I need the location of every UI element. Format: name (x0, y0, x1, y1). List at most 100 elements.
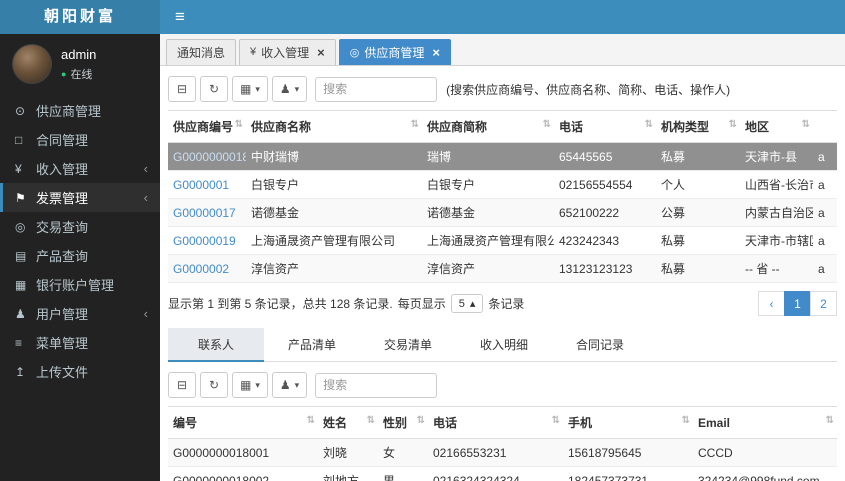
contacts-search-input[interactable] (315, 372, 438, 398)
sort-icon: ⇅ (728, 119, 737, 130)
target-icon: ◎ (15, 219, 26, 234)
list-icon: ▤ (15, 248, 27, 263)
column-header[interactable]: 地区 ⇅ (740, 110, 813, 143)
supplier-id-link[interactable]: G0000000018 (168, 142, 246, 171)
tab-income-detail[interactable]: 收入明细 (456, 328, 552, 362)
tab-contract-records[interactable]: 合同记录 (552, 328, 648, 362)
table-header-row: 编号 ⇅ 姓名 ⇅ 性别 ⇅ 电话 ⇅ 手机 ⇅ Email ⇅ (168, 406, 837, 439)
table-row[interactable]: G0000001 白银专户 白银专户 02156554554 个人 山西省-长治… (168, 170, 837, 199)
supplier-id-link[interactable]: G0000002 (168, 254, 246, 283)
sort-icon: ⇅ (366, 415, 375, 426)
operator-dropdown-button[interactable]: ♟ ▾ (271, 76, 308, 102)
user-status: ● 在线 (61, 66, 96, 82)
column-header[interactable]: 性别 ⇅ (378, 406, 428, 439)
refresh-button[interactable]: ↻ (200, 372, 228, 398)
pagination-info: 显示第 1 到第 5 条记录，总共 128 条记录. (168, 297, 393, 311)
close-icon[interactable]: × (432, 46, 440, 59)
sidebar-item-invoices[interactable]: ⚑ 发票管理 ‹ (0, 183, 160, 212)
sidebar-item-bank-accounts[interactable]: ▦ 银行账户管理 (0, 270, 160, 299)
table-cell: 瑞博 (422, 142, 554, 171)
page-size-dropdown[interactable]: 5 ▴ (450, 294, 484, 313)
sort-icon: ⇅ (801, 119, 810, 130)
user-name: admin (61, 46, 97, 62)
column-header[interactable]: 供应商名称 ⇅ (246, 110, 422, 143)
supplier-id-link[interactable]: G00000019 (168, 226, 246, 255)
sidebar-item-suppliers[interactable]: ⊙ 供应商管理 (0, 96, 160, 125)
hamburger-menu-icon[interactable]: ≡ (160, 7, 200, 27)
refresh-button[interactable]: ↻ (200, 76, 228, 102)
operator-dropdown-button[interactable]: ♟ ▾ (271, 372, 308, 398)
sidebar-item-products[interactable]: ▤ 产品查询 (0, 241, 160, 270)
user-panel: admin ● 在线 (0, 34, 160, 96)
sidebar-item-upload[interactable]: ↥ 上传文件 (0, 357, 160, 386)
table-cell: 山西省-长治市 (740, 170, 813, 199)
sort-icon: ⇅ (542, 119, 551, 130)
toggle-view-button[interactable]: ⊟ (168, 76, 196, 102)
tab-income[interactable]: ¥ 收入管理 × (239, 39, 336, 65)
sidebar-item-users[interactable]: ♟ 用户管理 ‹ (0, 299, 160, 328)
tab-product-list[interactable]: 产品清单 (264, 328, 360, 362)
columns-dropdown-button[interactable]: ▦ ▾ (232, 76, 268, 102)
table-cell: 个人 (656, 170, 740, 199)
sidebar-item-contracts[interactable]: □ 合同管理 (0, 125, 160, 154)
yen-icon: ¥ (250, 46, 257, 58)
supplier-id-link[interactable]: G00000017 (168, 198, 246, 227)
tab-contacts[interactable]: 联系人 (168, 328, 264, 362)
column-header[interactable]: 机构类型 ⇅ (656, 110, 740, 143)
tab-transaction-list[interactable]: 交易清单 (360, 328, 456, 362)
chevron-left-icon: ‹ (143, 190, 148, 205)
page-1-button[interactable]: 1 (784, 291, 811, 316)
brand-logo[interactable]: 朝阳财富 (0, 0, 160, 34)
columns-dropdown-button[interactable]: ▦ ▾ (232, 372, 268, 398)
table-cell: 刘晓 (318, 438, 378, 467)
table-header-row: 供应商编号 ⇅ 供应商名称 ⇅ 供应商简称 ⇅ 电话 ⇅ 机构类型 ⇅ 地区 ⇅ (168, 110, 837, 143)
sidebar-item-label: 收入管理 (36, 162, 89, 177)
sidebar-item-transactions[interactable]: ◎ 交易查询 (0, 212, 160, 241)
table-cell: 0216324324324 (428, 466, 563, 481)
table-row[interactable]: G00000019 上海通晟资产管理有限公司 上海通晟资产管理有限公司 4232… (168, 226, 837, 255)
table-cell: 02166553231 (428, 438, 563, 467)
table-cell: 天津市-市辖区 (740, 226, 813, 255)
detail-tabstrip: 联系人 产品清单 交易清单 收入明细 合同记录 (168, 328, 837, 362)
grid-icon: ▦ (15, 277, 27, 292)
table-row[interactable]: G00000017 诺德基金 诺德基金 652100222 公募 内蒙古自治区 … (168, 198, 837, 227)
column-header[interactable] (813, 110, 837, 143)
columns-icon: ▦ (240, 82, 252, 96)
column-header[interactable]: 供应商编号 ⇅ (168, 110, 246, 143)
table-cell: 天津市-县 (740, 142, 813, 171)
sidebar-item-income[interactable]: ¥ 收入管理 ‹ (0, 154, 160, 183)
page-2-button[interactable]: 2 (810, 291, 837, 316)
table-row[interactable]: G0000002 淳信资产 淳信资产 13123123123 私募 -- 省 -… (168, 254, 837, 283)
supplier-id-link[interactable]: G0000001 (168, 170, 246, 199)
table-row[interactable]: G0000000018002 刘地方 男 0216324324324 18245… (168, 466, 837, 481)
flag-icon: ⚑ (15, 190, 26, 205)
table-cell: 652100222 (554, 198, 656, 227)
contacts-table-wrap: 编号 ⇅ 姓名 ⇅ 性别 ⇅ 电话 ⇅ 手机 ⇅ Email ⇅ G000000001800… (168, 406, 837, 481)
table-row[interactable]: G0000000018 中财瑞博 瑞博 65445565 私募 天津市-县 a (168, 142, 837, 171)
table-cell: 65445565 (554, 142, 656, 171)
column-header[interactable]: 电话 ⇅ (554, 110, 656, 143)
column-header[interactable]: 编号 ⇅ (168, 406, 318, 439)
sort-icon: ⇅ (234, 119, 243, 130)
tab-suppliers[interactable]: ◎ 供应商管理 × (338, 39, 451, 65)
caret-up-icon: ▴ (469, 298, 476, 310)
table-cell: 女 (378, 438, 428, 467)
column-header[interactable]: Email ⇅ (693, 406, 837, 439)
table-row[interactable]: G0000000018001 刘晓 女 02166553231 15618795… (168, 438, 837, 467)
column-header[interactable]: 手机 ⇅ (563, 406, 693, 439)
main-content: 通知消息 ¥ 收入管理 × ◎ 供应商管理 × ⊟ ↻ ▦ ▾ ♟ ▾ 搜索 (… (160, 34, 845, 481)
supplier-search-input[interactable] (315, 76, 438, 102)
toggle-view-button[interactable]: ⊟ (168, 372, 196, 398)
online-dot-icon: ● (61, 68, 67, 79)
user-avatar[interactable] (12, 44, 52, 84)
sidebar-item-menus[interactable]: ≡ 菜单管理 (0, 328, 160, 357)
sidebar-item-label: 发票管理 (36, 191, 89, 206)
column-header[interactable]: 姓名 ⇅ (318, 406, 378, 439)
document-icon: □ (15, 132, 23, 147)
tab-notifications[interactable]: 通知消息 (166, 39, 237, 65)
table-cell: 淳信资产 (422, 254, 554, 283)
column-header[interactable]: 供应商简称 ⇅ (422, 110, 554, 143)
close-icon[interactable]: × (317, 46, 325, 59)
page-prev-button[interactable]: ‹ (758, 291, 785, 316)
column-header[interactable]: 电话 ⇅ (428, 406, 563, 439)
